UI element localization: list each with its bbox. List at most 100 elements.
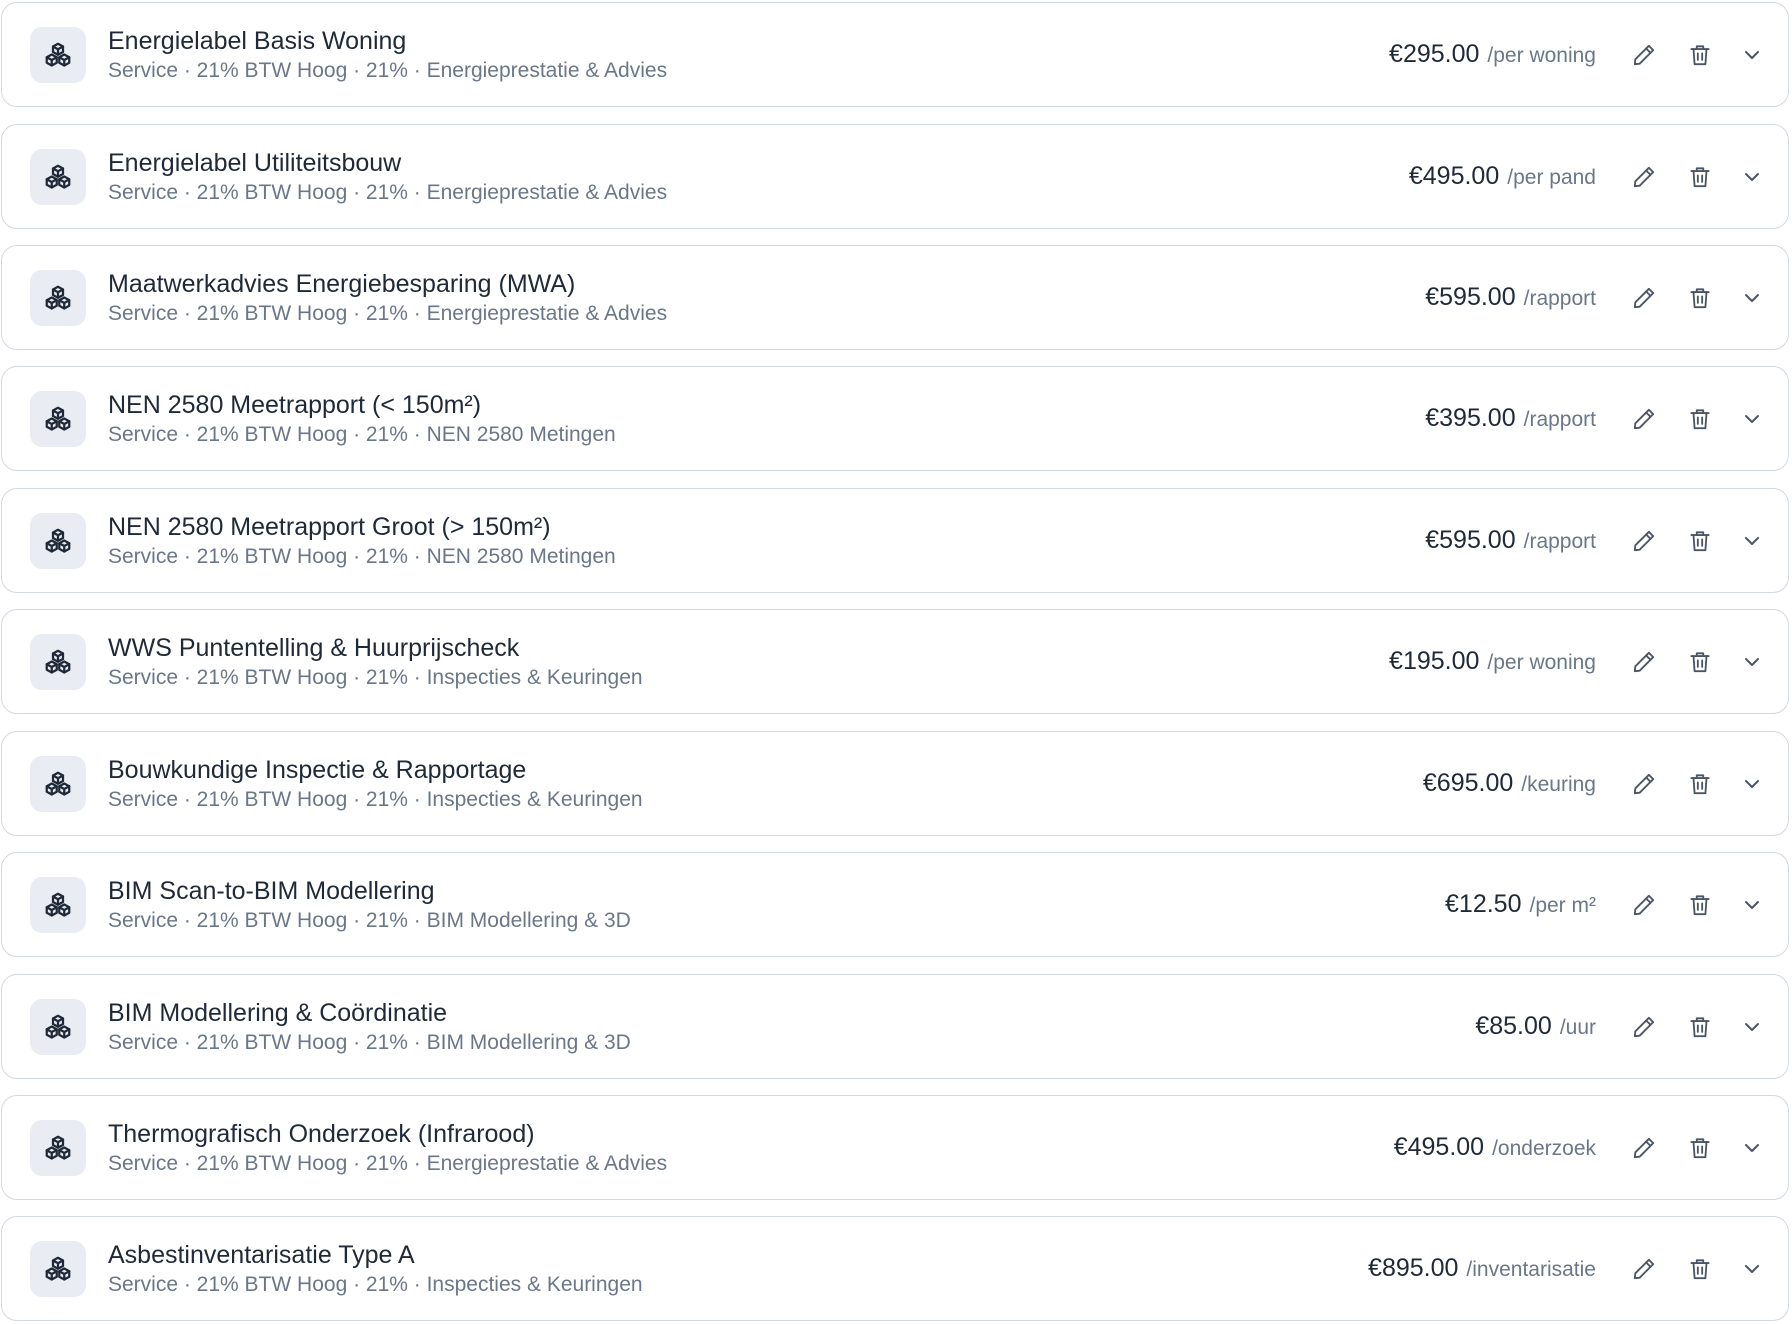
item-title: BIM Modellering & Coördinatie (108, 999, 448, 1027)
item-meta: Service · 21% BTW Hoog · 21% · BIM Model… (108, 909, 631, 932)
item-unit: /per woning (1487, 651, 1596, 674)
pencil-icon (1633, 1016, 1655, 1037)
delete-button[interactable] (1680, 157, 1720, 197)
item-avatar (30, 27, 86, 83)
item-avatar (30, 391, 86, 447)
list-item[interactable]: WWS Puntentelling & Huurprijscheck Servi… (1, 609, 1789, 714)
chevron-down-icon (1745, 900, 1759, 909)
list-item[interactable]: Maatwerkadvies Energiebesparing (MWA) Se… (1, 245, 1789, 350)
item-avatar (30, 999, 86, 1055)
item-title: Maatwerkadvies Energiebesparing (MWA) (108, 270, 576, 298)
trash-icon (1690, 287, 1710, 308)
item-price: €895.00 (1368, 1254, 1459, 1282)
item-unit: /rapport (1523, 530, 1596, 553)
trash-icon (1690, 773, 1710, 794)
list-item[interactable]: NEN 2580 Meetrapport Groot (> 150m²) Ser… (1, 488, 1789, 593)
chevron-down-icon (1745, 1143, 1759, 1152)
item-meta: Service · 21% BTW Hoog · 21% · Inspectie… (108, 666, 643, 689)
item-meta: Service · 21% BTW Hoog · 21% · NEN 2580 … (108, 545, 616, 568)
item-price: €695.00 (1422, 769, 1514, 797)
boxes-icon (45, 1014, 71, 1039)
trash-icon (1690, 44, 1710, 65)
list-item[interactable]: BIM Scan-to-BIM Modellering Service · 21… (1, 852, 1789, 957)
edit-button[interactable] (1624, 1007, 1664, 1047)
expand-button[interactable] (1732, 1128, 1772, 1168)
chevron-down-icon (1745, 1264, 1759, 1273)
edit-button[interactable] (1624, 642, 1664, 682)
item-title: Energielabel Utiliteitsbouw (108, 149, 402, 177)
edit-button[interactable] (1624, 521, 1664, 561)
item-meta: Service · 21% BTW Hoog · 21% · Energiepr… (108, 59, 668, 82)
edit-button[interactable] (1624, 885, 1664, 925)
pencil-icon (1633, 287, 1655, 308)
item-unit: /uur (1559, 1016, 1596, 1039)
list-item[interactable]: Energielabel Basis Woning Service · 21% … (1, 2, 1789, 107)
edit-button[interactable] (1624, 764, 1664, 804)
list-item[interactable]: Asbestinventarisatie Type A Service · 21… (1, 1216, 1789, 1321)
edit-button[interactable] (1624, 278, 1664, 318)
expand-button[interactable] (1732, 521, 1772, 561)
item-avatar (30, 1241, 86, 1297)
expand-button[interactable] (1732, 1249, 1772, 1289)
expand-button[interactable] (1732, 35, 1772, 75)
delete-button[interactable] (1680, 35, 1720, 75)
expand-button[interactable] (1732, 885, 1772, 925)
item-meta: Service · 21% BTW Hoog · 21% · Inspectie… (108, 1273, 643, 1296)
item-avatar (30, 634, 86, 690)
edit-button[interactable] (1624, 157, 1664, 197)
item-price: €395.00 (1425, 404, 1516, 432)
item-meta: Service · 21% BTW Hoog · 21% · Energiepr… (108, 181, 668, 204)
expand-button[interactable] (1732, 399, 1772, 439)
chevron-down-icon (1745, 293, 1759, 302)
delete-button[interactable] (1680, 885, 1720, 925)
item-title: Energielabel Basis Woning (108, 27, 407, 55)
product-list: Energielabel Basis Woning Service · 21% … (0, 0, 1792, 1324)
pencil-icon (1633, 530, 1655, 551)
delete-button[interactable] (1680, 1007, 1720, 1047)
item-unit: /per m² (1529, 894, 1596, 917)
expand-button[interactable] (1732, 764, 1772, 804)
delete-button[interactable] (1680, 278, 1720, 318)
list-item[interactable]: Thermografisch Onderzoek (Infrarood) Ser… (1, 1095, 1789, 1200)
boxes-icon (45, 164, 71, 189)
expand-button[interactable] (1732, 1007, 1772, 1047)
boxes-icon (45, 1135, 71, 1160)
item-unit: /rapport (1523, 408, 1596, 431)
item-title: WWS Puntentelling & Huurprijscheck (108, 634, 520, 662)
delete-button[interactable] (1680, 764, 1720, 804)
list-item[interactable]: Energielabel Utiliteitsbouw Service · 21… (1, 124, 1789, 229)
delete-button[interactable] (1680, 521, 1720, 561)
delete-button[interactable] (1680, 1128, 1720, 1168)
boxes-icon (45, 649, 71, 674)
item-unit: /per pand (1507, 166, 1596, 189)
item-title: Bouwkundige Inspectie & Rapportage (108, 756, 527, 784)
boxes-icon (45, 528, 71, 553)
edit-button[interactable] (1624, 1249, 1664, 1289)
list-item[interactable]: BIM Modellering & Coördinatie Service · … (1, 974, 1789, 1079)
list-item[interactable]: Bouwkundige Inspectie & Rapportage Servi… (1, 731, 1789, 836)
delete-button[interactable] (1680, 642, 1720, 682)
item-unit: /keuring (1521, 773, 1596, 796)
boxes-icon (45, 892, 71, 917)
boxes-icon (45, 285, 71, 310)
item-price: €195.00 (1389, 647, 1480, 675)
expand-button[interactable] (1732, 642, 1772, 682)
edit-button[interactable] (1624, 1128, 1664, 1168)
item-title: NEN 2580 Meetrapport (< 150m²) (108, 391, 482, 419)
list-item[interactable]: NEN 2580 Meetrapport (< 150m²) Service ·… (1, 366, 1789, 471)
edit-button[interactable] (1624, 399, 1664, 439)
pencil-icon (1633, 894, 1655, 915)
expand-button[interactable] (1732, 278, 1772, 318)
trash-icon (1690, 1016, 1710, 1037)
pencil-icon (1633, 651, 1655, 672)
trash-icon (1690, 1137, 1710, 1158)
delete-button[interactable] (1680, 1249, 1720, 1289)
expand-button[interactable] (1732, 157, 1772, 197)
trash-icon (1690, 1258, 1710, 1279)
delete-button[interactable] (1680, 399, 1720, 439)
boxes-icon (45, 42, 71, 67)
edit-button[interactable] (1624, 35, 1664, 75)
item-price: €595.00 (1425, 283, 1516, 311)
pencil-icon (1633, 408, 1655, 429)
item-price: €495.00 (1408, 162, 1500, 190)
